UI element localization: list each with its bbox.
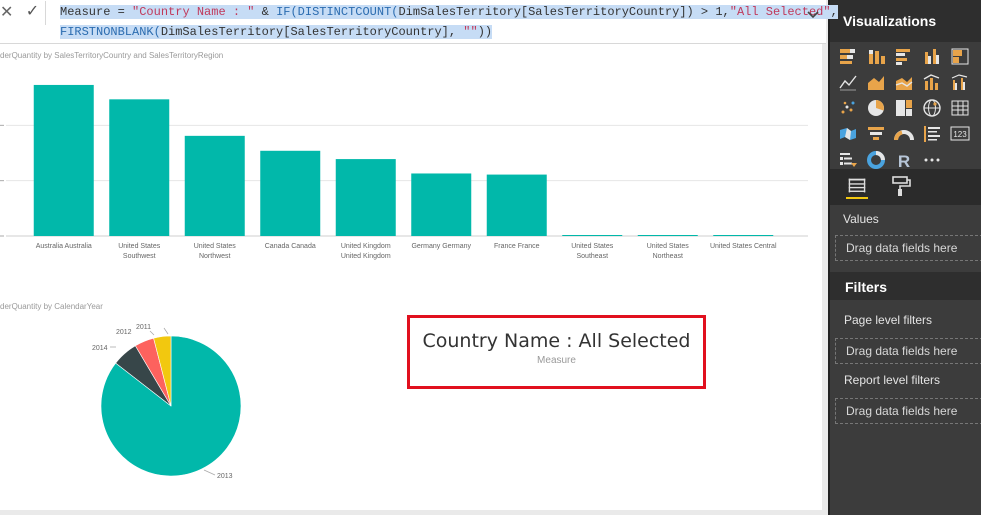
x-tick-label: United States Central	[710, 243, 777, 250]
clustered-bar-icon[interactable]	[894, 46, 914, 66]
svg-text:R: R	[898, 152, 910, 170]
gauge-icon[interactable]	[894, 124, 914, 144]
pie-chart[interactable]: 2013 2014 2012 2011	[80, 318, 270, 488]
report-canvas: derQuantity by SalesTerritoryCountry and…	[0, 0, 822, 510]
bar-chart-title: derQuantity by SalesTerritoryCountry and…	[0, 51, 224, 60]
slicer-icon[interactable]	[838, 150, 858, 170]
formula-bar[interactable]: ✕ ✓ Measure = "Country Name : " & IF(DIS…	[0, 0, 838, 44]
pie-icon[interactable]	[866, 98, 886, 118]
values-well[interactable]: Drag data fields here	[835, 235, 981, 261]
x-tick-label: Southeast	[576, 253, 608, 260]
stacked-column-icon[interactable]	[866, 46, 886, 66]
page-filters-label: Page level filters	[844, 313, 933, 327]
x-tick-label: Northwest	[199, 253, 231, 260]
report-filters-label: Report level filters	[844, 373, 941, 387]
filters-title: Filters	[845, 279, 888, 295]
table-icon[interactable]	[950, 98, 970, 118]
pie-label: 2014	[92, 345, 108, 352]
stacked-bar-icon[interactable]	[838, 46, 858, 66]
pie-leader-line	[163, 327, 169, 335]
scatter-icon[interactable]	[838, 98, 858, 118]
donut-icon[interactable]	[866, 150, 886, 170]
bar	[637, 235, 698, 236]
x-tick-label: Northeast	[653, 253, 683, 260]
x-tick-label: United States	[194, 243, 237, 250]
card-icon[interactable]: 123	[950, 124, 970, 144]
pie-label: 2012	[116, 329, 132, 336]
x-tick-label: United Kingdom	[341, 243, 391, 250]
formula-token: FIRSTNONBLANK(	[60, 25, 161, 39]
formula-text[interactable]: Measure = "Country Name : " & IF(DISTINC…	[60, 2, 838, 42]
x-tick-label: Germany Germany	[411, 243, 471, 250]
clustered-column-icon[interactable]	[922, 46, 942, 66]
globe-map-icon[interactable]	[922, 98, 942, 118]
filters-header: Filters	[830, 272, 981, 300]
formula-token: ,	[830, 5, 838, 19]
page-filters-well[interactable]: Drag data fields here	[835, 338, 981, 364]
filled-map-icon[interactable]	[838, 124, 858, 144]
bar	[260, 150, 321, 236]
formula-token: =	[110, 5, 133, 19]
formula-token: ))	[477, 25, 493, 39]
bar	[411, 173, 472, 236]
formula-token: &	[254, 5, 277, 19]
line-clustered-column-icon[interactable]	[950, 72, 970, 92]
formula-token: Measure	[60, 5, 111, 19]
area-icon[interactable]	[866, 72, 886, 92]
pie-chart-title: derQuantity by CalendarYear	[0, 302, 103, 311]
x-tick-label: France France	[494, 243, 540, 250]
pie-leader-line	[149, 330, 155, 336]
pie-leader-line	[203, 469, 216, 476]
x-tick-label: Australia Australia	[36, 243, 92, 250]
formula-token: ) > 1,	[686, 5, 730, 19]
multirow-card-icon[interactable]	[922, 124, 942, 144]
line-column-icon[interactable]	[922, 72, 942, 92]
values-label: Values	[843, 212, 879, 226]
stacked-area-icon[interactable]	[894, 72, 914, 92]
visualizations-title: Visualizations	[843, 13, 937, 29]
r-visual-icon[interactable]: R	[894, 150, 914, 170]
pie-label: 2011	[136, 324, 151, 331]
bar-chart[interactable]: Australia Australia United States Southwes…	[0, 60, 810, 270]
more-icon[interactable]	[922, 150, 942, 170]
formula-token: DimSalesTerritory[SalesTerritoryCountry]	[160, 25, 449, 39]
bar	[713, 235, 774, 236]
bar	[335, 159, 396, 236]
x-tick-label: United States	[647, 243, 690, 250]
bar	[562, 235, 623, 236]
formula-token: DimSalesTerritory[SalesTerritoryCountry]	[398, 5, 687, 19]
x-tick-label: Canada Canada	[265, 243, 316, 250]
card-label: Measure	[537, 355, 576, 366]
side-pane: Visualizations 123 R Values Drag data fie…	[828, 0, 981, 515]
x-tick-label: United States	[571, 243, 614, 250]
funnel-icon[interactable]	[866, 124, 886, 144]
line-icon[interactable]	[838, 72, 858, 92]
formula-token: ""	[463, 25, 478, 39]
check-icon[interactable]: ✓	[20, 1, 46, 25]
bar	[33, 84, 94, 236]
svg-text:123: 123	[953, 130, 967, 139]
x-tick-label: United States	[118, 243, 161, 250]
x-tick-label: Southwest	[123, 253, 156, 260]
paint-roller-icon[interactable]	[890, 175, 912, 197]
100-bar-icon[interactable]	[950, 46, 970, 66]
chevron-down-icon[interactable]	[806, 8, 820, 22]
formula-token: IF(DISTINCTCOUNT(	[276, 5, 399, 19]
bar	[184, 135, 245, 236]
report-filters-well[interactable]: Drag data fields here	[835, 398, 981, 424]
formula-token: "Country Name : "	[132, 5, 255, 19]
formula-token: ,	[448, 25, 464, 39]
fields-icon[interactable]	[846, 175, 868, 199]
card-value: Country Name : All Selected	[422, 330, 691, 352]
report-editor: derQuantity by SalesTerritoryCountry and…	[0, 0, 981, 515]
x-tick-label: United Kingdom	[341, 253, 391, 260]
measure-card[interactable]: Country Name : All Selected Measure	[407, 315, 706, 389]
visualizations-header: Visualizations	[830, 0, 981, 42]
close-icon[interactable]: ✕	[0, 4, 14, 24]
treemap-icon[interactable]	[894, 98, 914, 118]
pane-tabs	[830, 169, 981, 205]
bar	[486, 174, 547, 236]
bar	[109, 99, 170, 237]
pie-label: 2013	[217, 473, 233, 480]
